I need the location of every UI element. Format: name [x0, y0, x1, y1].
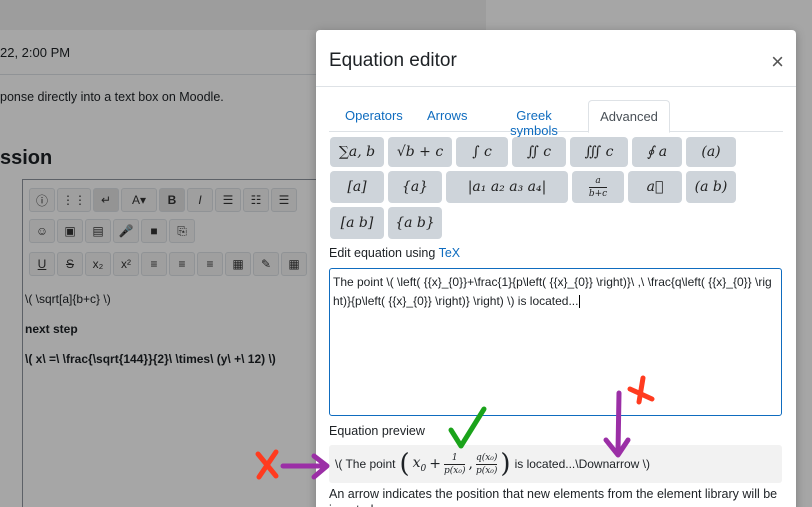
tab-bar: Operators Arrows Greek symbols Advanced [329, 100, 783, 138]
comma: , [468, 456, 473, 472]
plus-sign: + [429, 456, 442, 472]
fraction-element[interactable]: a b+c [572, 171, 624, 203]
edit-equation-label: Edit equation using TeX [329, 246, 460, 260]
left-paren: ( [399, 449, 410, 479]
tab-greek-symbols[interactable]: Greek symbols [493, 100, 575, 138]
equation-preview: \( The point ( x0 + 1 p(x₀) , q(x₀) p(x₀) … [329, 445, 782, 483]
preview-text-after: is located...\Downarrow \) [514, 457, 650, 471]
sum-element[interactable]: ∑a, b [330, 137, 384, 167]
root-element[interactable]: √b + c [388, 137, 452, 167]
integral-element[interactable]: ∫ c [456, 137, 508, 167]
tab-operators[interactable]: Operators [345, 100, 403, 132]
frac2-bar [475, 463, 498, 465]
preview-text-before: \( The point [335, 457, 396, 471]
x0-sub: 0 [420, 463, 427, 474]
right-paren: ) [500, 449, 511, 479]
frac2-den: p(x₀) [475, 465, 498, 476]
help-note: An arrow indicates the position that new… [329, 487, 778, 507]
tex-input[interactable]: The point \( \left( {{x}_{0}}+\frac{1}{p… [329, 268, 782, 416]
brackets-element[interactable]: [a] [330, 171, 384, 203]
matrix-row-element[interactable]: |a₁ a₂ a₃ a₄| [446, 171, 568, 203]
triple-integral-element[interactable]: ∭ c [570, 137, 628, 167]
tex-input-value: The point \( \left( {{x}_{0}}+\frac{1}{p… [333, 275, 772, 308]
double-integral-element[interactable]: ∬ c [512, 137, 566, 167]
braces-element[interactable]: {a} [388, 171, 442, 203]
header-divider [316, 86, 796, 87]
frac1-den: p(x₀) [444, 465, 466, 476]
contour-integral-element[interactable]: ∮ a [632, 137, 682, 167]
preview-x0: x0 [413, 455, 427, 474]
close-icon[interactable]: × [771, 49, 784, 75]
tab-advanced[interactable]: Advanced [588, 100, 670, 133]
dialog-title: Equation editor [329, 50, 457, 71]
binomial-element[interactable]: (a b) [686, 171, 736, 203]
preview-frac-1: 1 p(x₀) [444, 452, 466, 476]
parentheses-element[interactable]: (a) [686, 137, 736, 167]
preview-frac-2: q(x₀) p(x₀) [475, 452, 498, 476]
equation-preview-label: Equation preview [329, 424, 425, 438]
tex-link[interactable]: TeX [439, 246, 461, 260]
frac1-bar [444, 463, 466, 465]
edit-equation-text: Edit equation using [329, 246, 436, 260]
column-vector-brackets-element[interactable]: [a b] [330, 207, 384, 239]
tab-arrows[interactable]: Arrows [427, 100, 467, 132]
text-caret [579, 295, 581, 309]
preview-math: ( x0 + 1 p(x₀) , q(x₀) p(x₀) ) [399, 451, 510, 477]
equation-editor-dialog: Equation editor × Operators Arrows Greek… [316, 30, 796, 507]
vector-element[interactable]: a⃗ [628, 171, 682, 203]
frac2-num: q(x₀) [475, 452, 498, 463]
x0-var: x [412, 454, 421, 471]
frac1-num: 1 [451, 452, 458, 463]
column-vector-braces-element[interactable]: {a b} [388, 207, 442, 239]
